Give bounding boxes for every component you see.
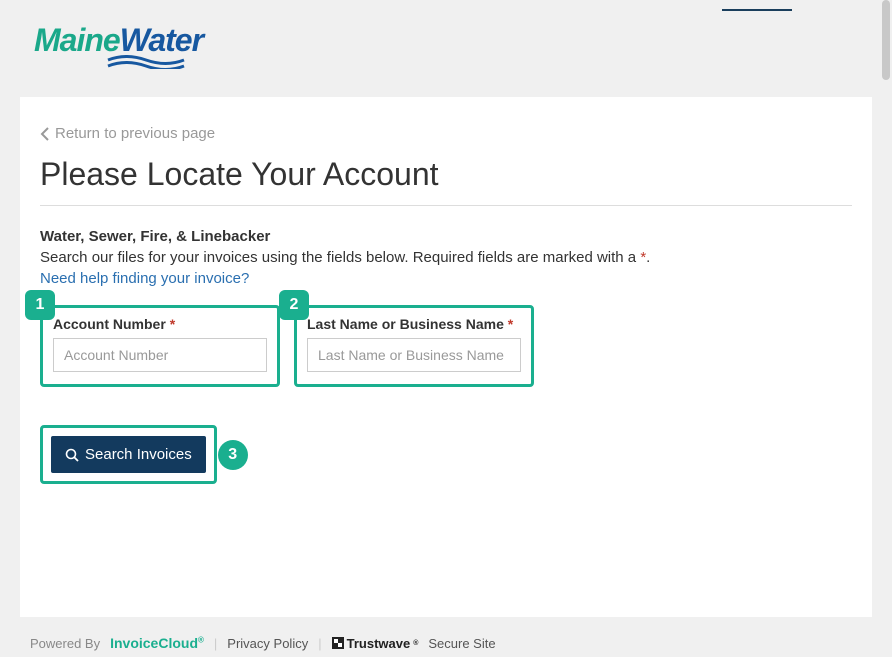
account-number-input[interactable] xyxy=(53,338,267,372)
privacy-policy-link[interactable]: Privacy Policy xyxy=(227,636,308,651)
divider xyxy=(40,205,852,206)
help-link[interactable]: Need help finding your invoice? xyxy=(40,270,249,287)
logo-text-maine: Maine xyxy=(34,22,120,58)
section-subhead: Water, Sewer, Fire, & Linebacker xyxy=(40,228,852,245)
page-title: Please Locate Your Account xyxy=(40,156,852,193)
section-description: Search our files for your invoices using… xyxy=(40,249,852,266)
header: MaineWater xyxy=(0,0,892,97)
form-row: 1 Account Number * 2 Last Name or Busine… xyxy=(40,305,852,387)
name-label: Last Name or Business Name * xyxy=(307,316,521,332)
content-card: Return to previous page Please Locate Yo… xyxy=(20,97,872,617)
powered-by-text: Powered By xyxy=(30,636,100,651)
step-badge-3: 3 xyxy=(218,440,248,470)
name-group: 2 Last Name or Business Name * xyxy=(294,305,534,387)
scrollbar[interactable] xyxy=(882,0,890,80)
chevron-left-icon xyxy=(40,127,49,141)
logo-text-water: Water xyxy=(120,22,203,58)
step-badge-2: 2 xyxy=(279,290,309,320)
search-button-label: Search Invoices xyxy=(85,446,192,463)
separator: | xyxy=(318,636,321,651)
secure-site-text: Secure Site xyxy=(428,636,495,651)
search-invoices-button[interactable]: Search Invoices xyxy=(51,436,206,473)
search-icon xyxy=(65,448,79,462)
account-number-label: Account Number * xyxy=(53,316,267,332)
footer: Powered By InvoiceCloud® | Privacy Polic… xyxy=(20,625,872,657)
invoicecloud-logo[interactable]: InvoiceCloud® xyxy=(110,635,204,651)
separator: | xyxy=(214,636,217,651)
nav-underline xyxy=(722,8,792,11)
return-link-text: Return to previous page xyxy=(55,125,215,142)
logo[interactable]: MaineWater xyxy=(34,22,862,74)
account-number-group: 1 Account Number * xyxy=(40,305,280,387)
trustwave-icon xyxy=(332,637,344,649)
name-input[interactable] xyxy=(307,338,521,372)
wave-icon xyxy=(106,55,862,74)
return-link[interactable]: Return to previous page xyxy=(40,125,215,142)
trustwave-badge[interactable]: Trustwave® xyxy=(332,636,419,651)
step-badge-1: 1 xyxy=(25,290,55,320)
search-button-wrap: Search Invoices 3 xyxy=(40,425,217,484)
